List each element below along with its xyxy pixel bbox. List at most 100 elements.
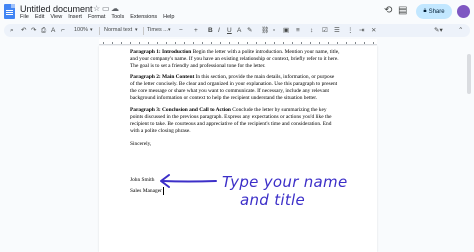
ruler-tick [229, 42, 230, 44]
line-spacing-icon[interactable]: ↕ [310, 25, 313, 36]
ruler-tick [139, 42, 140, 44]
comment-icon[interactable]: ▫ [273, 25, 275, 36]
checklist-icon[interactable]: ☑ [322, 25, 328, 36]
ruler-tick [274, 42, 275, 44]
cloud-status-icon[interactable]: ☁ [111, 4, 119, 14]
paragraph-1-heading: Paragraph 1: Introduction [130, 49, 192, 55]
ruler-tick [112, 42, 113, 44]
font-family-select[interactable]: Times ... [147, 24, 168, 37]
numbered-list-icon[interactable]: ⋮ [347, 25, 354, 36]
lock-icon: 🔒︎ [423, 8, 427, 14]
ruler-tick [328, 42, 329, 44]
ruler-tick [292, 42, 293, 44]
share-label: Share [428, 8, 445, 15]
increase-font-size-icon[interactable]: + [194, 25, 198, 36]
undo-icon[interactable]: ↶ [21, 25, 26, 36]
ruler-tick [220, 42, 221, 44]
menu-view[interactable]: View [50, 14, 62, 20]
star-icon[interactable]: ☆ [93, 4, 100, 14]
ruler-tick [103, 42, 104, 44]
closing-line[interactable]: Sincerely, [130, 141, 151, 147]
ruler-tick [310, 42, 311, 44]
paragraph-1[interactable]: Paragraph 1: Introduction Begin the lett… [130, 49, 340, 70]
ruler-tick [211, 42, 212, 44]
paragraph-style-select[interactable]: Normal text [104, 24, 132, 37]
menu-edit[interactable]: Edit [35, 14, 44, 20]
ruler-tick [301, 42, 302, 44]
ruler-tick [355, 42, 356, 44]
toolbar-divider [143, 27, 144, 35]
menu-format[interactable]: Format [88, 14, 105, 20]
text-color-icon[interactable]: A [237, 25, 241, 36]
clear-formatting-icon[interactable]: ⨯ [371, 25, 376, 36]
ruler-tick [337, 42, 338, 44]
italic-icon[interactable]: I [218, 25, 220, 36]
signature-name[interactable]: John Smith [130, 177, 154, 183]
ruler-tick [238, 42, 239, 44]
underline-icon[interactable]: U [227, 25, 232, 36]
ruler-tick [130, 42, 131, 44]
annotation-line-2: and title [240, 191, 306, 209]
comments-icon[interactable]: ▤ [398, 5, 407, 17]
align-icon[interactable]: ≡ [296, 25, 300, 36]
toolbar-divider [99, 27, 100, 35]
ruler-tick [166, 42, 167, 44]
menu-extensions[interactable]: Extensions [130, 14, 157, 20]
annotation-arrow-icon [160, 174, 217, 188]
docs-logo-icon[interactable] [4, 4, 15, 19]
spellcheck-icon[interactable]: A [51, 25, 55, 36]
ruler-tick [256, 42, 257, 44]
ruler-tick [364, 42, 365, 44]
style-chevron-down-icon[interactable]: ▾ [135, 25, 138, 36]
bulleted-list-icon[interactable]: ☰ [334, 25, 340, 36]
paragraph-3-heading: Paragraph 3: Conclusion and Call to Acti… [130, 107, 231, 113]
ruler-tick [175, 42, 176, 44]
title-bar: Untitled document ☆ ▭ ☁ File Edit View I… [0, 0, 474, 24]
collapse-menu-icon[interactable]: ⌃ [458, 25, 463, 36]
ruler-tick [157, 42, 158, 44]
ruler-tick [202, 42, 203, 44]
paragraph-2-heading: Paragraph 2: Main Content [130, 74, 195, 80]
bold-icon[interactable]: B [208, 25, 213, 36]
zoom-select[interactable]: 100% [74, 24, 88, 37]
ruler-tick [319, 42, 320, 44]
highlight-icon[interactable]: ✎ [247, 25, 252, 36]
ruler-tick [193, 42, 194, 44]
link-icon[interactable]: ⛓ [261, 25, 269, 36]
ruler-tick [247, 42, 248, 44]
scrollbar-thumb[interactable] [467, 54, 471, 94]
paragraph-2[interactable]: Paragraph 2: Main Content In this sectio… [130, 74, 340, 102]
version-history-icon[interactable]: ⟲ [384, 5, 392, 17]
editing-mode-icon[interactable]: ✎▾ [434, 25, 443, 36]
ruler-tick [148, 42, 149, 44]
font-chevron-down-icon[interactable]: ▾ [168, 25, 171, 36]
menu-help[interactable]: Help [163, 14, 174, 20]
google-docs-window: Untitled document ☆ ▭ ☁ File Edit View I… [0, 0, 474, 252]
menu-insert[interactable]: Insert [68, 14, 82, 20]
left-canvas-area [0, 39, 99, 252]
ruler[interactable] [99, 39, 377, 45]
ruler-tick [373, 42, 374, 44]
image-icon[interactable]: ▣ [283, 25, 289, 36]
ruler-tick [346, 42, 347, 44]
move-folder-icon[interactable]: ▭ [102, 4, 110, 14]
paragraph-3[interactable]: Paragraph 3: Conclusion and Call to Acti… [130, 107, 340, 135]
search-icon[interactable]: ⌕ [10, 25, 14, 36]
menu-tools[interactable]: Tools [111, 14, 124, 20]
toolbar: ⌕ ↶ ↷ ⎙ A ⌐ 100% ▾ Normal text ▾ Times .… [4, 24, 470, 37]
ruler-tick [184, 42, 185, 44]
paint-format-icon[interactable]: ⌐ [61, 25, 65, 36]
decrease-font-size-icon[interactable]: − [179, 25, 183, 36]
menu-file[interactable]: File [20, 14, 29, 20]
indent-icon[interactable]: ⇥ [359, 25, 364, 36]
ruler-tick [283, 42, 284, 44]
vertical-scrollbar[interactable] [466, 46, 472, 252]
print-icon[interactable]: ⎙ [41, 25, 46, 36]
zoom-chevron-down-icon[interactable]: ▾ [90, 25, 93, 36]
share-button[interactable]: 🔒︎ Share [416, 4, 452, 19]
ruler-tick [121, 42, 122, 44]
redo-icon[interactable]: ↷ [31, 25, 36, 36]
annotation-line-1: Type your name [222, 173, 348, 191]
document-title[interactable]: Untitled document [20, 4, 93, 14]
avatar[interactable] [457, 5, 470, 18]
